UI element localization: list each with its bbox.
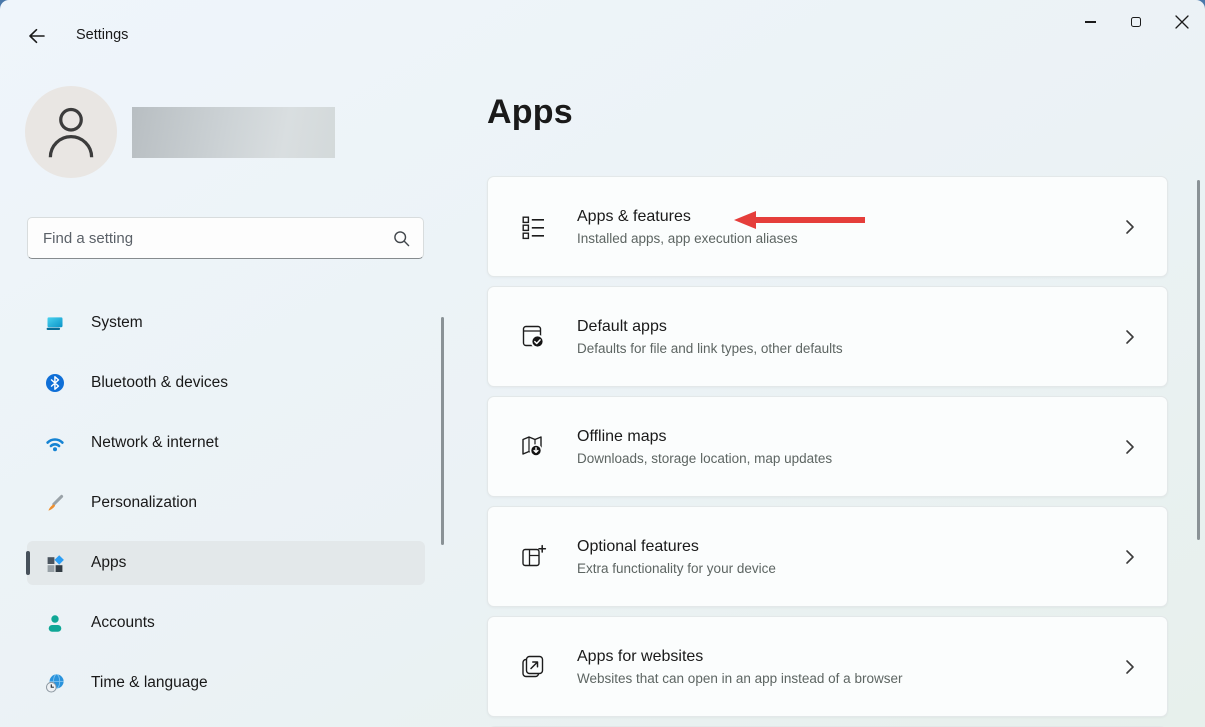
card-text: Apps for websites Websites that can open… <box>577 648 902 686</box>
search-box <box>27 217 424 259</box>
red-arrow-annotation <box>734 209 866 236</box>
card-subtitle: Websites that can open in an app instead… <box>577 671 902 686</box>
bluetooth-icon <box>45 373 65 393</box>
card-subtitle: Downloads, storage location, map updates <box>577 451 832 466</box>
close-icon <box>1175 15 1189 29</box>
card-title: Default apps <box>577 318 843 336</box>
personalization-icon <box>45 493 65 513</box>
optional-features-icon <box>519 543 547 571</box>
card-title: Offline maps <box>577 428 832 446</box>
minimize-icon <box>1085 21 1096 22</box>
back-button[interactable] <box>21 21 53 51</box>
sidebar-item-label: Bluetooth & devices <box>91 374 228 392</box>
apps-for-websites-icon <box>519 653 547 681</box>
sidebar-item-network-internet[interactable]: Network & internet <box>27 421 425 465</box>
card-subtitle: Defaults for file and link types, other … <box>577 341 843 356</box>
sidebar-scrollbar[interactable] <box>441 317 444 545</box>
search-icon <box>393 230 423 247</box>
chevron-right-icon <box>1125 219 1135 235</box>
sidebar-item-apps[interactable]: Apps <box>27 541 425 585</box>
minimize-button[interactable] <box>1067 0 1113 44</box>
card-offline-maps[interactable]: Offline maps Downloads, storage location… <box>487 396 1168 497</box>
card-title: Optional features <box>577 538 776 556</box>
sidebar-item-label: Apps <box>91 554 126 572</box>
sidebar-item-label: Network & internet <box>91 434 219 452</box>
card-apps-for-websites[interactable]: Apps for websites Websites that can open… <box>487 616 1168 717</box>
sidebar-item-personalization[interactable]: Personalization <box>27 481 425 525</box>
accounts-icon <box>45 613 65 633</box>
sidebar-item-label: System <box>91 314 143 332</box>
sidebar-nav: System Bluetooth & devices <box>27 301 425 721</box>
selected-indicator-pill <box>26 551 30 575</box>
page-title: Apps <box>487 93 573 132</box>
default-apps-icon <box>519 323 547 351</box>
sidebar-item-label: Accounts <box>91 614 155 632</box>
sidebar-item-label: Time & language <box>91 674 208 692</box>
close-button[interactable] <box>1159 0 1205 44</box>
person-icon <box>41 86 101 170</box>
settings-window: Settings <box>0 0 1205 727</box>
main-content: Apps Apps & features Installed apps, app… <box>487 60 1205 727</box>
card-apps-features[interactable]: Apps & features Installed apps, app exec… <box>487 176 1168 277</box>
card-text: Offline maps Downloads, storage location… <box>577 428 832 466</box>
network-icon <box>45 433 65 453</box>
window-title: Settings <box>76 27 128 43</box>
card-text: Optional features Extra functionality fo… <box>577 538 776 576</box>
redacted-user-name <box>132 107 335 158</box>
chevron-right-icon <box>1125 659 1135 675</box>
card-text: Default apps Defaults for file and link … <box>577 318 843 356</box>
sidebar: System Bluetooth & devices <box>0 60 460 727</box>
avatar <box>25 86 117 178</box>
card-optional-features[interactable]: Optional features Extra functionality fo… <box>487 506 1168 607</box>
settings-cards: Apps & features Installed apps, app exec… <box>487 176 1168 727</box>
sidebar-item-bluetooth-devices[interactable]: Bluetooth & devices <box>27 361 425 405</box>
sidebar-item-system[interactable]: System <box>27 301 425 345</box>
system-icon <box>45 313 65 333</box>
card-title: Apps for websites <box>577 648 902 666</box>
window-controls <box>1067 0 1205 44</box>
maximize-button[interactable] <box>1113 0 1159 44</box>
chevron-right-icon <box>1125 549 1135 565</box>
card-default-apps[interactable]: Default apps Defaults for file and link … <box>487 286 1168 387</box>
apps-icon <box>45 553 65 573</box>
search-input[interactable] <box>28 230 393 247</box>
maximize-icon <box>1131 17 1141 27</box>
main-scrollbar[interactable] <box>1197 180 1200 540</box>
card-subtitle: Extra functionality for your device <box>577 561 776 576</box>
back-arrow-icon <box>27 27 47 45</box>
sidebar-item-label: Personalization <box>91 494 197 512</box>
title-bar: Settings <box>0 0 1205 60</box>
apps-features-icon <box>519 213 547 241</box>
chevron-right-icon <box>1125 329 1135 345</box>
sidebar-item-accounts[interactable]: Accounts <box>27 601 425 645</box>
chevron-right-icon <box>1125 439 1135 455</box>
time-language-icon <box>45 673 65 693</box>
offline-maps-icon <box>519 433 547 461</box>
sidebar-item-time-language[interactable]: Time & language <box>27 661 425 705</box>
